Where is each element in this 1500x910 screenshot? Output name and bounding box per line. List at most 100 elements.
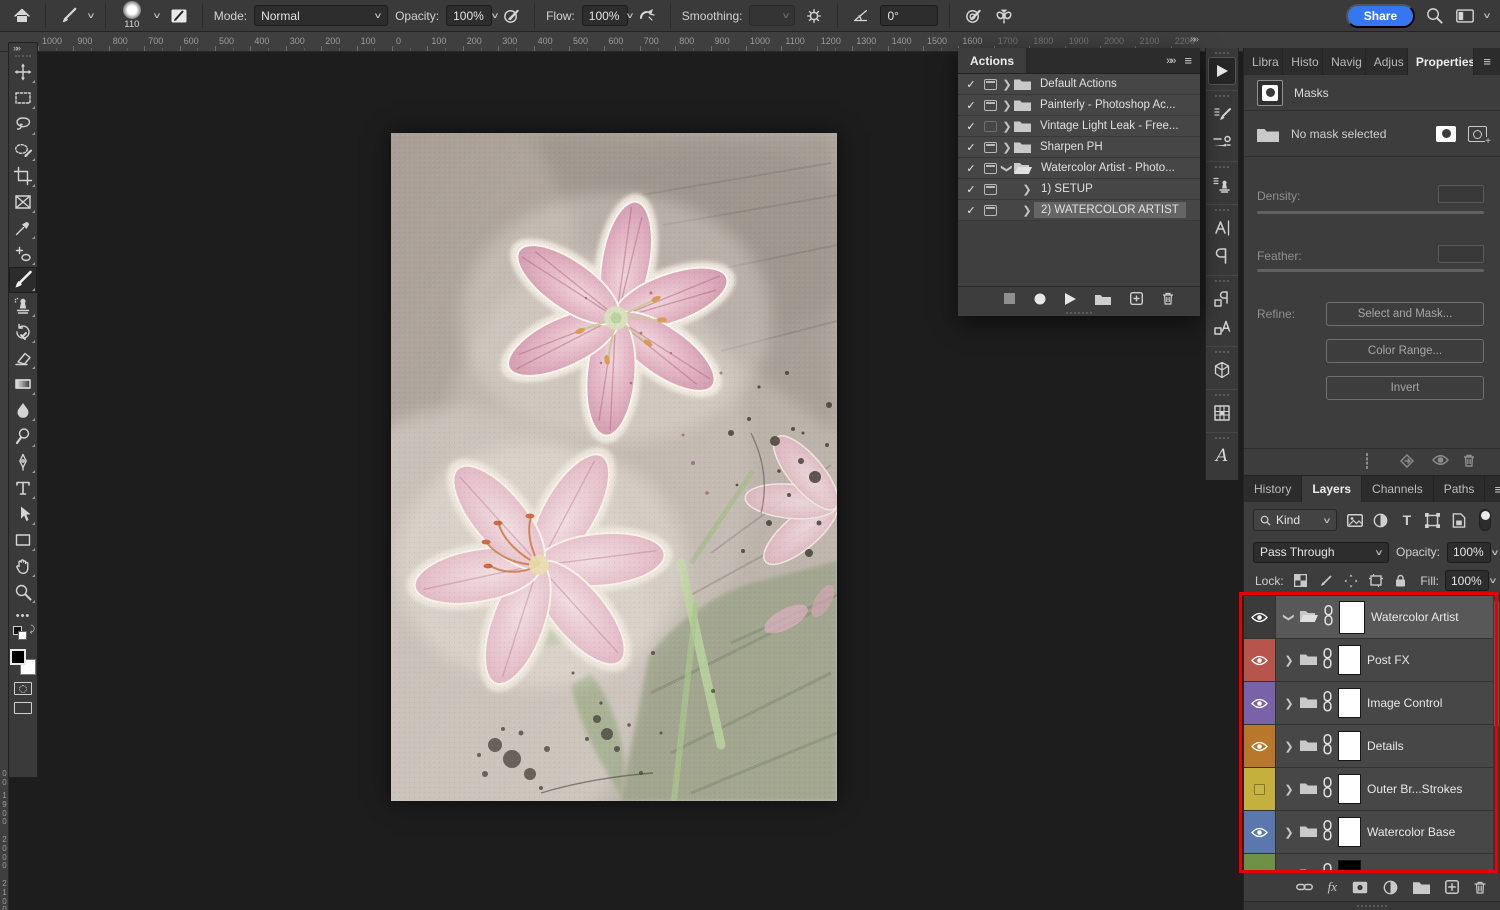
new-adjustment-layer-icon[interactable] (1383, 880, 1398, 895)
filter-pixel-layers-icon[interactable] (1346, 511, 1363, 529)
feather-slider[interactable] (1257, 269, 1484, 272)
blur-tool[interactable] (9, 397, 37, 423)
action-check-toggle[interactable]: ✓ (962, 183, 980, 196)
layer-row-main[interactable]: ❯Watercolor Artist (1276, 596, 1500, 638)
feather-input[interactable] (1438, 245, 1484, 263)
mask-thumbnail[interactable] (1338, 774, 1361, 804)
chevron-right-icon[interactable]: ❯ (1284, 654, 1294, 667)
hand-tool[interactable] (9, 553, 37, 579)
layer-mask-icon[interactable] (1436, 126, 1456, 142)
action-row[interactable]: ✓❯Sharpen PH (958, 137, 1200, 158)
3d-panel-icon[interactable] (1208, 356, 1236, 384)
rectangle-tool[interactable] (9, 527, 37, 553)
lock-position-icon[interactable] (1343, 573, 1359, 589)
history-brush-tool[interactable] (9, 319, 37, 345)
lock-pixels-icon[interactable] (1318, 573, 1334, 589)
panel-grip[interactable] (15, 55, 31, 57)
brush-tool-preset-icon[interactable] (57, 4, 81, 28)
filter-adjustment-layers-icon[interactable] (1372, 511, 1389, 529)
mask-thumbnail[interactable] (1338, 688, 1361, 718)
new-layer-icon[interactable] (1445, 880, 1459, 894)
chevron-down-icon[interactable]: ∨ (152, 11, 161, 20)
new-action-icon[interactable] (1130, 292, 1143, 305)
fill-dropdown[interactable]: 100% ∨ (1445, 570, 1489, 591)
action-row[interactable]: ✓❯Watercolor Artist - Photo... (958, 158, 1200, 179)
airbrush-icon[interactable] (635, 4, 659, 28)
layer-row[interactable]: ❯Image Control (1244, 682, 1500, 725)
layer-row[interactable]: ❯Back Filling (1244, 854, 1500, 872)
action-check-toggle[interactable]: ✓ (962, 78, 980, 91)
opacity-dropdown[interactable]: 100% ∨ (446, 5, 492, 26)
layer-row-main[interactable]: ❯Back Filling (1276, 854, 1500, 872)
toggle-brush-panel-icon[interactable] (167, 4, 191, 28)
blend-mode-dropdown[interactable]: Pass Through ∨ (1253, 542, 1389, 563)
home-icon[interactable] (10, 4, 34, 28)
play-selection-icon[interactable] (1065, 293, 1076, 305)
filter-type-layers-icon[interactable]: T (1398, 511, 1415, 529)
flow-dropdown[interactable]: 100% ∨ (582, 5, 628, 26)
mask-thumbnail[interactable] (1338, 645, 1361, 675)
tab-navig[interactable]: Navig (1323, 48, 1366, 75)
lock-transparency-icon[interactable] (1293, 573, 1309, 589)
mask-badge-icon[interactable] (1257, 80, 1283, 106)
layer-row-main[interactable]: ❯Outer Br...Strokes (1276, 768, 1500, 810)
action-dialog-toggle[interactable] (980, 100, 1000, 111)
paragraph-styles-panel-icon[interactable] (1208, 285, 1236, 313)
chevron-down-icon[interactable]: ∨ (86, 11, 95, 20)
pressure-opacity-icon[interactable] (499, 4, 523, 28)
mask-thumbnail[interactable] (1338, 731, 1361, 761)
collapse-panel-icon[interactable]: »» (1166, 55, 1174, 67)
mask-thumbnail[interactable] (1338, 817, 1361, 847)
action-dialog-toggle[interactable] (980, 163, 1000, 174)
crop-tool[interactable] (9, 163, 37, 189)
chevron-right-icon[interactable]: ❯ (1020, 204, 1034, 217)
brush-settings-panel-icon[interactable] (1208, 100, 1236, 128)
layer-row[interactable]: ❯Watercolor Artist (1244, 596, 1500, 639)
chevron-right-icon[interactable]: ❯ (1284, 697, 1294, 710)
action-row[interactable]: ✓❯Default Actions (958, 74, 1200, 95)
layer-visibility-toggle[interactable] (1244, 768, 1276, 810)
canvas-document[interactable] (391, 133, 837, 801)
invert-button[interactable]: Invert (1326, 376, 1484, 400)
chevron-down-icon[interactable]: ∨ (1482, 11, 1491, 20)
eyedropper-tool[interactable] (9, 215, 37, 241)
character-styles-panel-icon[interactable] (1208, 313, 1236, 341)
filter-kind-dropdown[interactable]: Kind ∨ (1253, 509, 1337, 531)
mask-thumbnail[interactable] (1338, 860, 1361, 872)
density-input[interactable] (1438, 185, 1484, 203)
rectangular-marquee-tool[interactable] (9, 85, 37, 111)
color-range-button[interactable]: Color Range... (1326, 339, 1484, 363)
tab-histo[interactable]: Histo (1283, 48, 1323, 75)
lock-all-icon[interactable] (1393, 573, 1409, 589)
layer-row[interactable]: ❯Watercolor Base (1244, 811, 1500, 854)
smoothing-dropdown[interactable]: ∨ (749, 5, 795, 26)
move-tool[interactable] (9, 59, 37, 85)
panel-menu-icon[interactable]: ≡ (1485, 476, 1500, 502)
apply-mask-icon[interactable] (1399, 454, 1415, 471)
action-dialog-toggle[interactable] (980, 205, 1000, 216)
dock-resize-grip[interactable] (1244, 901, 1500, 910)
layer-visibility-toggle[interactable] (1244, 639, 1276, 681)
tab-libra[interactable]: Libra (1244, 48, 1283, 75)
zoom-tool[interactable] (9, 579, 37, 605)
action-dialog-toggle[interactable] (980, 142, 1000, 153)
gradient-tool[interactable] (9, 371, 37, 397)
chevron-right-icon[interactable]: ❯ (1284, 783, 1294, 796)
angle-input[interactable]: 0° (880, 5, 938, 26)
eye-icon[interactable] (1432, 454, 1449, 469)
chevron-right-icon[interactable]: ❯ (1284, 826, 1294, 839)
quick-mask-icon[interactable] (14, 682, 32, 695)
layer-row-main[interactable]: ❯Post FX (1276, 639, 1500, 681)
share-button[interactable]: Share (1346, 4, 1415, 28)
layer-visibility-toggle[interactable] (1244, 854, 1276, 872)
action-check-toggle[interactable]: ✓ (962, 204, 980, 217)
lock-artboard-icon[interactable] (1368, 573, 1384, 589)
glyphs-panel-icon[interactable]: A (1208, 442, 1236, 470)
paragraph-panel-icon[interactable] (1208, 242, 1236, 270)
object-selection-tool[interactable] (9, 137, 37, 163)
tab-adjus[interactable]: Adjus (1366, 48, 1408, 75)
layer-visibility-toggle[interactable] (1244, 596, 1276, 638)
panel-menu-icon[interactable]: ≡ (1474, 48, 1500, 75)
collapse-ruler-icon[interactable]: »» (1190, 34, 1197, 45)
layer-style-icon[interactable]: fx (1328, 879, 1337, 895)
